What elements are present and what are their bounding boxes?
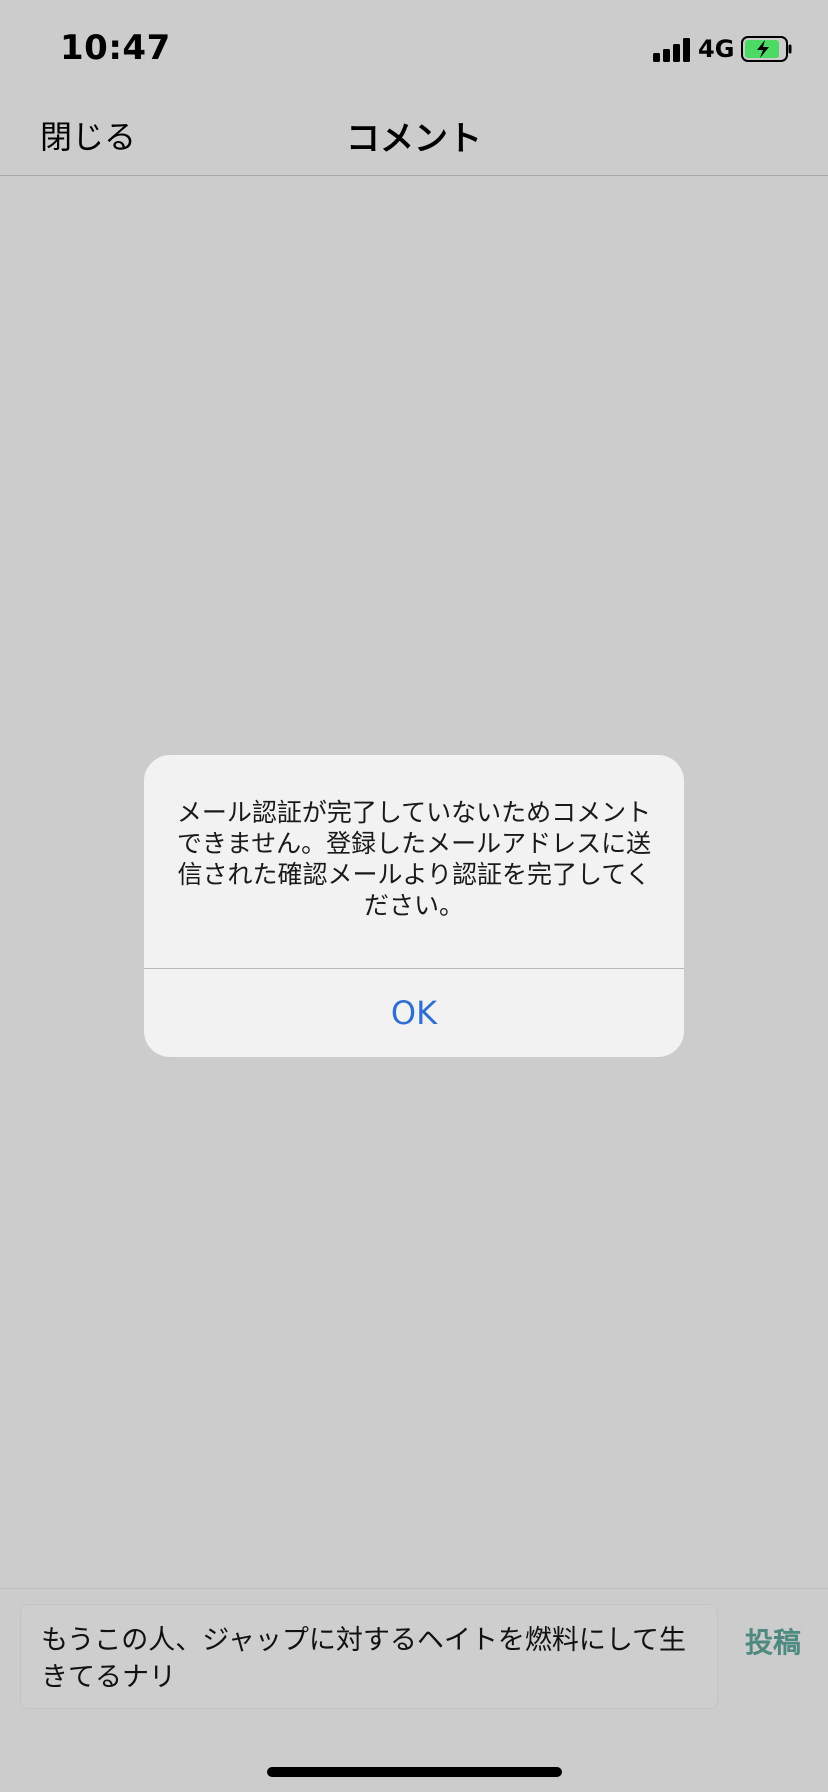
compose-bar: もうこの人、ジャップに対するヘイトを燃料にして生きてるナリ 投稿	[0, 1588, 828, 1792]
alert-message: メール認証が完了していないためコメントできません。登録したメールアドレスに送信さ…	[176, 798, 652, 920]
home-indicator[interactable]	[267, 1767, 562, 1777]
signal-icon	[653, 38, 691, 62]
status-bar: 10:47 4G	[0, 0, 828, 98]
comment-screen: 10:47 4G 閉じる コメント メール認証が完了していないためコメントできま…	[0, 0, 828, 1792]
ok-button[interactable]: OK	[144, 969, 684, 1057]
battery-charging-icon	[741, 36, 793, 62]
network-type: 4G	[698, 35, 735, 63]
navigation-bar: 閉じる コメント	[0, 98, 828, 176]
page-title: コメント	[346, 119, 482, 159]
post-button[interactable]: 投稿	[745, 1621, 801, 1661]
status-time: 10:47	[60, 28, 171, 68]
comment-input[interactable]: もうこの人、ジャップに対するヘイトを燃料にして生きてるナリ	[20, 1604, 718, 1709]
alert-dialog: メール認証が完了していないためコメントできません。登録したメールアドレスに送信さ…	[144, 755, 684, 1057]
